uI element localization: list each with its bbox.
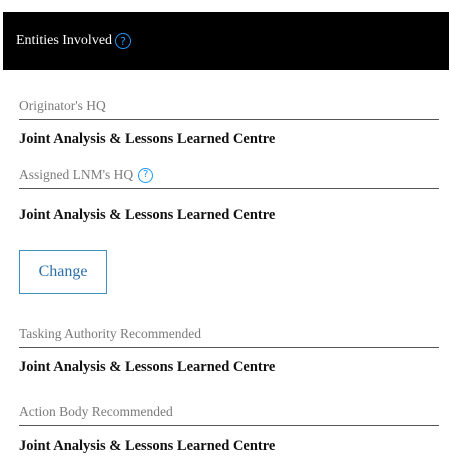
originator-hq-value: Joint Analysis & Lessons Learned Centre	[19, 131, 276, 147]
assigned-lnm-hq-help-icon[interactable]: ?	[138, 167, 154, 183]
change-button[interactable]: Change	[19, 250, 107, 294]
panel-title: Entities Involved	[16, 33, 113, 48]
tasking-authority-value: Joint Analysis & Lessons Learned Centre	[19, 359, 276, 375]
originator-hq-label-text: Originator's HQ	[19, 98, 106, 113]
action-body-label-text: Action Body Recommended	[19, 404, 173, 419]
entities-involved-panel: Entities Involved ? Originator's HQ Join…	[3, 12, 449, 462]
originator-hq-label: Originator's HQ	[19, 98, 439, 120]
action-body-label: Action Body Recommended	[19, 404, 439, 426]
tasking-authority-label-text: Tasking Authority Recommended	[19, 326, 202, 341]
assigned-lnm-hq-label: Assigned LNM's HQ ?	[19, 167, 439, 189]
tasking-authority-label: Tasking Authority Recommended	[19, 326, 439, 348]
panel-header: Entities Involved ?	[3, 12, 449, 70]
assigned-lnm-hq-value: Joint Analysis & Lessons Learned Centre	[19, 207, 276, 223]
action-body-value: Joint Analysis & Lessons Learned Centre	[19, 438, 276, 454]
help-icon[interactable]: ?	[115, 33, 132, 49]
assigned-lnm-hq-label-text: Assigned LNM's HQ	[19, 167, 134, 182]
